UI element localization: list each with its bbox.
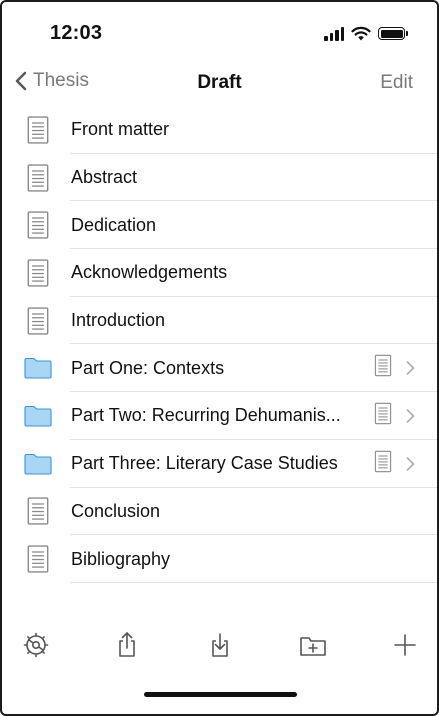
row-icon [24, 211, 52, 239]
chevron-right-icon[interactable] [406, 408, 415, 423]
row-label: Dedication [71, 214, 157, 235]
edit-button[interactable]: Edit [380, 72, 413, 94]
row-icon [24, 354, 52, 382]
back-label: Thesis [33, 70, 89, 91]
chevron-right-icon[interactable] [406, 361, 415, 376]
row-icon [24, 497, 52, 525]
folder-row[interactable]: Part One: Contexts [2, 344, 437, 392]
battery-icon [378, 27, 408, 40]
status-time: 12:03 [50, 22, 103, 44]
row-icon [24, 259, 52, 287]
back-button[interactable]: Thesis [14, 70, 89, 92]
chevron-right-icon[interactable] [406, 456, 415, 471]
status-icons [324, 26, 408, 41]
bottom-toolbar [2, 622, 437, 666]
row-icon [24, 116, 52, 144]
row-label: Bibliography [71, 548, 171, 569]
folder-icon [24, 453, 52, 475]
row-accessory [374, 355, 415, 382]
cellular-signal-icon [324, 26, 344, 41]
row-label: Conclusion [71, 500, 161, 521]
folder-text-button[interactable] [374, 450, 392, 477]
folder-text-button[interactable] [374, 355, 392, 382]
row-label: Part Three: Literary Case Studies [71, 453, 338, 474]
row-icon [24, 545, 52, 573]
navigation-bar: Thesis Draft Edit [2, 64, 437, 102]
document-icon [27, 306, 49, 335]
text-icon [374, 402, 392, 425]
folder-row[interactable]: Part Three: Literary Case Studies [2, 440, 437, 488]
document-row[interactable]: Conclusion [2, 488, 437, 536]
status-bar: 12:03 [2, 2, 437, 64]
row-label: Part One: Contexts [71, 357, 225, 378]
binder-list: Front matter Abstract Dedication Acknowl… [2, 106, 437, 583]
wifi-icon [351, 26, 371, 41]
add-icon[interactable] [390, 630, 420, 660]
row-label: Part Two: Recurring Dehumanis... [71, 405, 341, 426]
document-row[interactable]: Bibliography [2, 535, 437, 583]
text-icon [374, 450, 392, 472]
folder-icon [24, 405, 52, 427]
document-row[interactable]: Front matter [2, 106, 437, 154]
row-icon [24, 306, 52, 335]
row-accessory [374, 450, 415, 477]
document-icon [27, 259, 49, 287]
row-label: Abstract [71, 167, 138, 188]
row-label: Acknowledgements [71, 262, 228, 283]
chevron-left-icon [15, 71, 27, 91]
document-icon [27, 163, 49, 192]
document-row[interactable]: Abstract [2, 154, 437, 202]
row-icon [24, 163, 52, 192]
folder-text-button[interactable] [374, 402, 392, 429]
document-icon [27, 497, 49, 525]
app-frame: 12:03 Thesis Draft Edit Front matter Abs… [0, 0, 439, 716]
import-icon[interactable] [205, 630, 235, 660]
document-row[interactable]: Dedication [2, 201, 437, 249]
row-icon [24, 402, 52, 430]
row-label: Front matter [71, 119, 170, 140]
row-icon [24, 450, 52, 478]
text-icon [374, 355, 392, 377]
document-icon [27, 545, 49, 573]
settings-icon[interactable] [21, 630, 51, 660]
document-row[interactable]: Acknowledgements [2, 249, 437, 297]
home-indicator [144, 692, 297, 697]
row-accessory [374, 402, 415, 429]
document-icon [27, 211, 49, 239]
add-folder-icon[interactable] [298, 630, 328, 660]
row-label: Introduction [71, 310, 166, 331]
folder-icon [24, 358, 52, 379]
document-row[interactable]: Introduction [2, 297, 437, 345]
share-icon[interactable] [112, 630, 142, 660]
document-icon [27, 116, 49, 144]
folder-row[interactable]: Part Two: Recurring Dehumanis... [2, 392, 437, 440]
